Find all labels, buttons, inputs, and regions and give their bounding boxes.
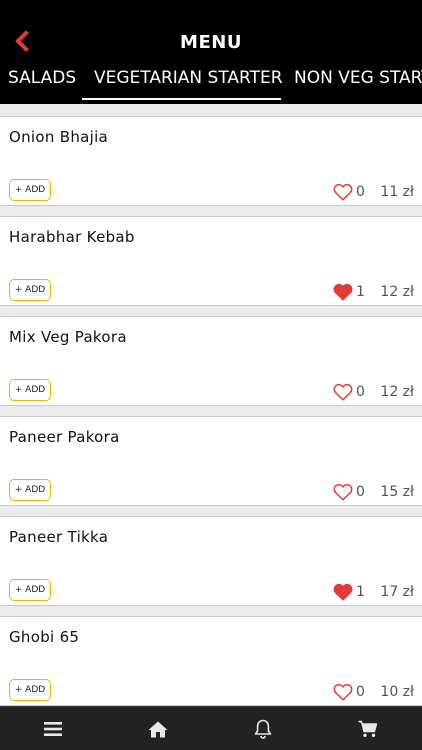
top-bar: MENU SALADS VEGETARIAN STARTER NON VEG S… — [0, 0, 422, 104]
add-button[interactable]: + ADD — [9, 179, 51, 201]
tab-non-veg-starter[interactable]: NON VEG START — [294, 68, 422, 88]
nav-home-button[interactable] — [128, 707, 188, 750]
heart-outline-icon[interactable] — [333, 683, 353, 701]
bottom-nav — [0, 706, 422, 750]
nav-menu-button[interactable] — [23, 707, 83, 750]
menu-item-card: Onion Bhajia + ADD 0 11 zł — [0, 116, 422, 206]
menu-item-list[interactable]: Onion Bhajia + ADD 0 11 zł Harabhar Keba… — [0, 104, 422, 706]
item-price: 10 zł — [380, 684, 414, 700]
menu-item-card: Harabhar Kebab + ADD 1 12 zł — [0, 216, 422, 306]
item-price: 15 zł — [380, 484, 414, 500]
add-button[interactable]: + ADD — [9, 479, 51, 501]
bell-icon — [254, 719, 272, 739]
like-count: 1 — [356, 284, 365, 300]
like-count: 1 — [356, 584, 365, 600]
add-button[interactable]: + ADD — [9, 579, 51, 601]
item-name: Paneer Pakora — [9, 428, 120, 446]
add-button[interactable]: + ADD — [9, 279, 51, 301]
heart-outline-icon[interactable] — [333, 383, 353, 401]
nav-notifications-button[interactable] — [233, 707, 293, 750]
heart-filled-icon[interactable] — [333, 583, 353, 601]
heart-filled-icon[interactable] — [333, 283, 353, 301]
menu-item-card: Ghobi 65 + ADD 0 10 zł — [0, 616, 422, 706]
item-name: Mix Veg Pakora — [9, 328, 127, 346]
menu-item-card: Paneer Pakora + ADD 0 15 zł — [0, 416, 422, 506]
item-name: Paneer Tikka — [9, 528, 109, 546]
tab-vegetarian-starter[interactable]: VEGETARIAN STARTER — [94, 68, 283, 88]
menu-item-card: Paneer Tikka + ADD 1 17 zł — [0, 516, 422, 606]
active-tab-indicator — [82, 98, 281, 100]
page-title: MENU — [180, 32, 242, 53]
item-name: Onion Bhajia — [9, 128, 109, 146]
item-name: Ghobi 65 — [9, 628, 80, 646]
item-price: 12 zł — [380, 284, 414, 300]
like-count: 0 — [356, 484, 365, 500]
tab-salads[interactable]: SALADS — [8, 68, 76, 88]
add-button[interactable]: + ADD — [9, 379, 51, 401]
item-price: 11 zł — [380, 184, 414, 200]
like-count: 0 — [356, 384, 365, 400]
item-price: 17 zł — [380, 584, 414, 600]
item-price: 12 zł — [380, 384, 414, 400]
menu-icon — [44, 722, 62, 736]
home-icon — [148, 721, 168, 737]
like-count: 0 — [356, 684, 365, 700]
nav-cart-button[interactable] — [338, 707, 398, 750]
category-tabs: SALADS VEGETARIAN STARTER NON VEG START — [0, 62, 422, 102]
heart-outline-icon[interactable] — [333, 483, 353, 501]
item-name: Harabhar Kebab — [9, 228, 135, 246]
heart-outline-icon[interactable] — [333, 183, 353, 201]
like-count: 0 — [356, 184, 365, 200]
menu-item-card: Mix Veg Pakora + ADD 0 12 zł — [0, 316, 422, 406]
add-button[interactable]: + ADD — [9, 679, 51, 701]
cart-icon — [358, 720, 378, 737]
